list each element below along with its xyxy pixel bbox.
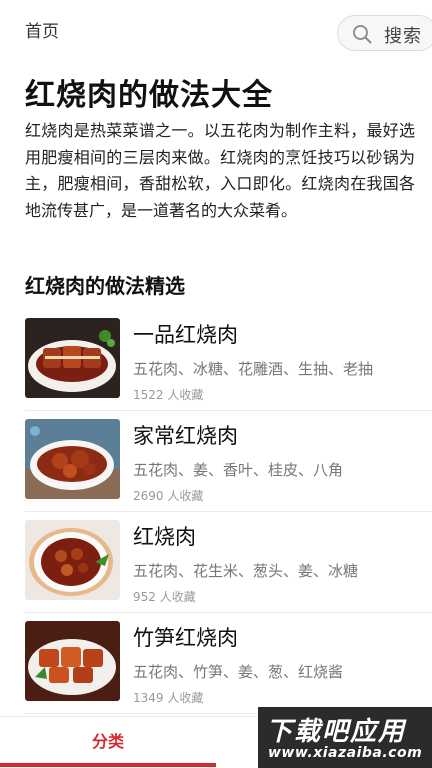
recipe-ingredients: 五花肉、姜、香叶、桂皮、八角	[133, 461, 344, 479]
search-icon	[352, 24, 372, 44]
recipe-favorites: 1349 人收藏	[133, 691, 204, 705]
recipe-list: 一品红烧肉 五花肉、冰糖、花雕酒、生抽、老抽 1522 人收藏 家常红烧肉 五花…	[25, 310, 432, 714]
recipe-thumbnail	[25, 621, 120, 701]
recipe-name: 红烧肉	[133, 525, 196, 549]
recipe-ingredients: 五花肉、冰糖、花雕酒、生抽、老抽	[133, 360, 374, 378]
recipe-favorites: 2690 人收藏	[133, 489, 204, 503]
recipe-thumbnail	[25, 520, 120, 600]
recipe-item[interactable]: 家常红烧肉 五花肉、姜、香叶、桂皮、八角 2690 人收藏	[25, 411, 432, 512]
recipe-item[interactable]: 竹笋红烧肉 五花肉、竹笋、姜、葱、红烧酱 1349 人收藏	[25, 613, 432, 714]
recipe-name: 家常红烧肉	[133, 424, 238, 448]
recipe-ingredients: 五花肉、花生米、葱头、姜、冰糖	[133, 562, 359, 580]
recipe-item[interactable]: 一品红烧肉 五花肉、冰糖、花雕酒、生抽、老抽 1522 人收藏	[25, 310, 432, 411]
recipe-name: 竹笋红烧肉	[133, 626, 238, 650]
recipe-item[interactable]: 红烧肉 五花肉、花生米、葱头、姜、冰糖 952 人收藏	[25, 512, 432, 613]
tab-category[interactable]: 分类	[0, 717, 216, 768]
watermark-brand: 下载吧应用	[266, 717, 407, 747]
section-title: 红烧肉的做法精选	[25, 274, 185, 298]
recipe-thumbnail	[25, 419, 120, 499]
search-box[interactable]: 搜索	[337, 15, 432, 51]
tab-category-label: 分类	[91, 732, 124, 751]
page-title: 红烧肉的做法大全	[25, 78, 273, 113]
recipe-thumbnail	[25, 318, 120, 398]
watermark-url: www.xiazaiba.com	[268, 745, 423, 761]
recipe-ingredients: 五花肉、竹笋、姜、葱、红烧酱	[133, 663, 344, 681]
watermark: 下载吧应用 www.xiazaiba.com	[258, 707, 432, 768]
home-link[interactable]: 首页	[25, 17, 59, 42]
search-label: 搜索	[384, 26, 422, 47]
top-bar: 首页 搜索	[0, 0, 432, 60]
recipe-name: 一品红烧肉	[133, 323, 238, 347]
recipe-favorites: 952 人收藏	[133, 590, 196, 604]
active-tab-indicator	[0, 763, 216, 767]
recipe-favorites: 1522 人收藏	[133, 388, 204, 402]
intro-text: 红烧肉是热菜菜谱之一。以五花肉为制作主料，最好选用肥瘦相间的三层肉来做。红烧肉的…	[25, 121, 415, 220]
